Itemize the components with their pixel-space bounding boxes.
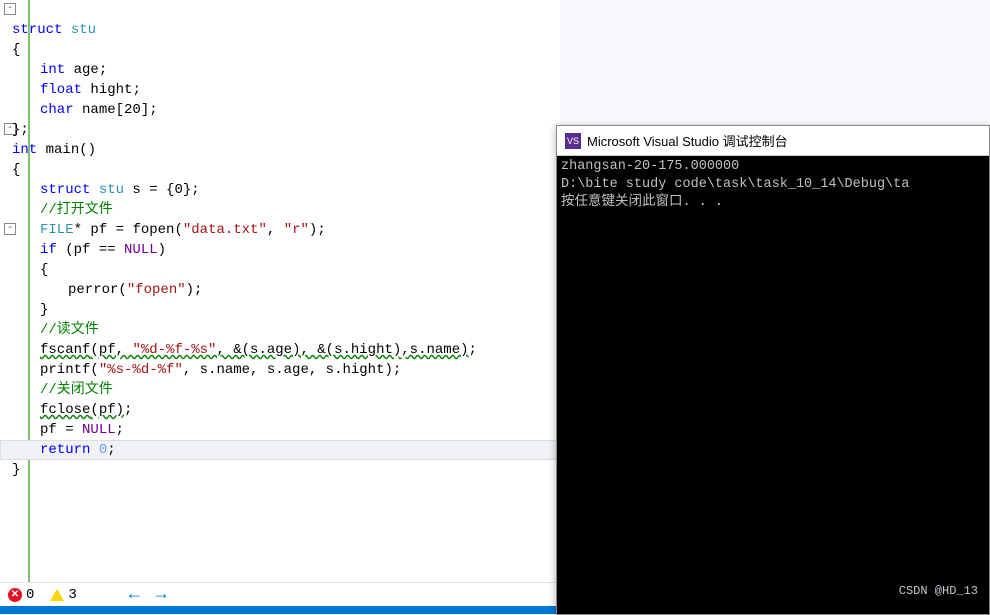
error-icon: ✕ <box>8 588 22 602</box>
watermark: CSDN @HD_13 <box>899 584 978 598</box>
error-count: 0 <box>26 587 34 603</box>
warnings-indicator[interactable]: 3 <box>50 587 76 603</box>
console-output: zhangsan-20-175.000000 D:\bite study cod… <box>557 156 989 214</box>
debug-console-window[interactable]: VS Microsoft Visual Studio 调试控制台 zhangsa… <box>556 125 990 615</box>
nav-forward-button[interactable]: → <box>156 585 167 605</box>
nav-back-button[interactable]: ← <box>129 585 140 605</box>
status-bar: ✕ 0 3 ← → <box>0 582 560 606</box>
errors-indicator[interactable]: ✕ 0 <box>8 587 34 603</box>
warning-icon <box>50 589 64 601</box>
console-title-text: Microsoft Visual Studio 调试控制台 <box>587 131 788 150</box>
bottom-accent-bar <box>0 606 560 614</box>
code-content: struct stu { int age; float hight; char … <box>12 0 477 500</box>
vs-icon: VS <box>565 133 581 149</box>
code-editor[interactable]: - - - struct stu { int age; float hight;… <box>0 0 560 590</box>
warning-count: 3 <box>68 587 76 603</box>
console-titlebar[interactable]: VS Microsoft Visual Studio 调试控制台 <box>557 126 989 156</box>
